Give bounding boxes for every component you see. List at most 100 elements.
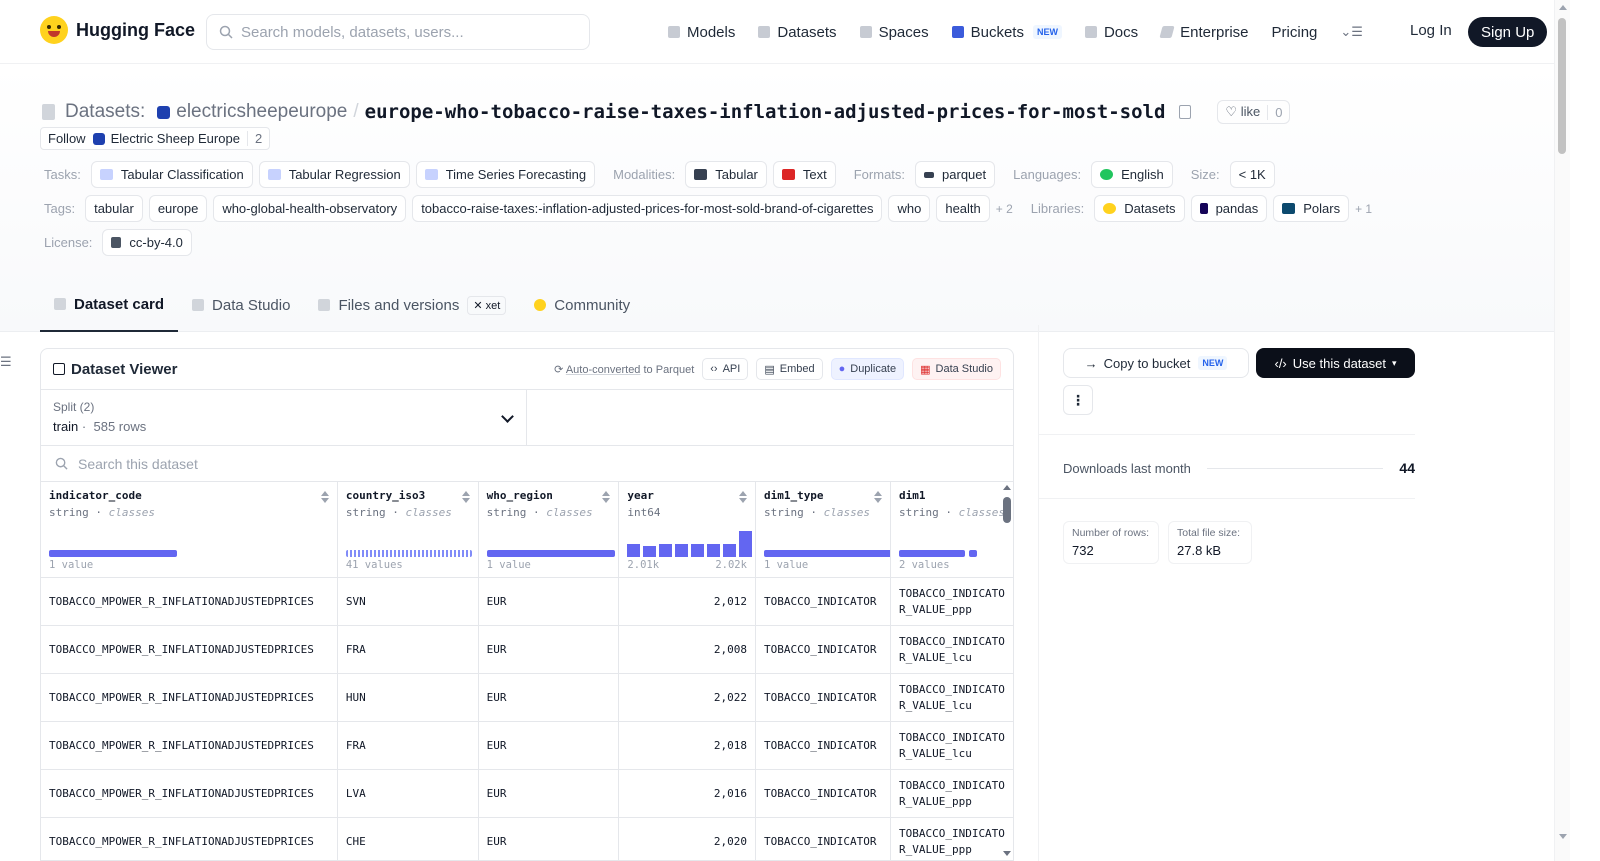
signup-button[interactable]: Sign Up bbox=[1468, 17, 1548, 47]
table-cell[interactable]: TOBACCO_INDICATOR bbox=[755, 769, 891, 818]
page-scrollbar[interactable] bbox=[1554, 0, 1570, 861]
nav-models[interactable]: Models bbox=[668, 24, 735, 41]
org-link[interactable]: electricsheepeurope bbox=[176, 101, 347, 123]
table-cell[interactable]: TOBACCO_INDICATOR_VALUE_lcu bbox=[890, 673, 1013, 722]
copy-to-bucket-button[interactable]: → Copy to bucket NEW bbox=[1063, 348, 1249, 378]
nav-buckets[interactable]: Buckets NEW bbox=[951, 24, 1062, 41]
table-cell[interactable]: TOBACCO_INDICATOR bbox=[755, 673, 891, 722]
table-row[interactable]: TOBACCO_MPOWER_R_INFLATIONADJUSTEDPRICES… bbox=[41, 721, 1013, 770]
more-options-button[interactable]: ⋮ bbox=[1063, 385, 1093, 415]
nav-spaces[interactable]: Spaces bbox=[859, 24, 929, 41]
tag-chip[interactable]: who-global-health-observatory bbox=[213, 195, 407, 222]
table-cell[interactable]: FRA bbox=[337, 721, 479, 770]
dataset-search[interactable] bbox=[41, 446, 1013, 482]
toc-toggle-icon[interactable]: ☰ bbox=[0, 354, 12, 370]
column-header-indicator-code[interactable]: indicator_code string · classes 1 value bbox=[41, 481, 338, 578]
table-cell[interactable]: SVN bbox=[337, 577, 479, 626]
table-cell[interactable]: TOBACCO_INDICATOR_VALUE_ppp bbox=[890, 577, 1013, 626]
sort-icon[interactable] bbox=[738, 491, 747, 503]
table-cell[interactable]: HUN bbox=[337, 673, 479, 722]
sort-icon[interactable] bbox=[873, 491, 882, 503]
year-histogram[interactable] bbox=[627, 529, 753, 557]
data-studio-button[interactable]: ▦ Data Studio bbox=[912, 358, 1001, 380]
table-cell[interactable]: TOBACCO_MPOWER_R_INFLATIONADJUSTEDPRICES bbox=[41, 721, 338, 770]
histogram-bar[interactable] bbox=[739, 531, 753, 557]
modality-chip[interactable]: Text bbox=[772, 161, 836, 188]
table-cell[interactable]: LVA bbox=[337, 769, 479, 818]
table-cell[interactable]: TOBACCO_MPOWER_R_INFLATIONADJUSTEDPRICES bbox=[41, 625, 338, 674]
format-chip[interactable]: parquet bbox=[915, 161, 996, 188]
table-cell[interactable]: TOBACCO_INDICATOR bbox=[755, 817, 891, 860]
search-input[interactable] bbox=[241, 23, 561, 41]
library-chip[interactable]: pandas bbox=[1190, 195, 1268, 222]
table-cell[interactable]: TOBACCO_INDICATOR_VALUE_lcu bbox=[890, 721, 1013, 770]
copy-icon[interactable] bbox=[1179, 105, 1192, 119]
language-chip[interactable]: English bbox=[1091, 161, 1173, 188]
table-cell[interactable]: 2,022 bbox=[618, 673, 756, 722]
table-cell[interactable]: EUR bbox=[478, 625, 620, 674]
tag-chip[interactable]: health bbox=[936, 195, 990, 222]
table-cell[interactable]: 2,020 bbox=[618, 817, 756, 860]
table-cell[interactable]: TOBACCO_INDICATOR bbox=[755, 721, 891, 770]
histogram-bar[interactable] bbox=[627, 544, 641, 557]
column-header-country-iso3[interactable]: country_iso3 string · classes 41 values bbox=[337, 481, 479, 578]
column-header-dim1[interactable]: dim1 string · classes 2 values bbox=[890, 481, 1013, 578]
tags-more[interactable]: + 2 bbox=[996, 202, 1013, 216]
table-cell[interactable]: FRA bbox=[337, 625, 479, 674]
table-cell[interactable]: EUR bbox=[478, 673, 620, 722]
sort-icon[interactable] bbox=[461, 491, 470, 503]
histogram-bar[interactable] bbox=[659, 544, 673, 557]
table-cell[interactable]: TOBACCO_INDICATOR_VALUE_ppp bbox=[890, 817, 1013, 860]
table-row[interactable]: TOBACCO_MPOWER_R_INFLATIONADJUSTEDPRICES… bbox=[41, 577, 1013, 626]
tag-chip[interactable]: tobacco-raise-taxes:-inflation-adjusted-… bbox=[412, 195, 883, 222]
tab-dataset-card[interactable]: Dataset card bbox=[40, 278, 179, 332]
tag-chip[interactable]: europe bbox=[148, 195, 208, 222]
table-cell[interactable]: 2,012 bbox=[618, 577, 756, 626]
global-search[interactable] bbox=[206, 14, 590, 50]
nav-docs[interactable]: Docs bbox=[1084, 24, 1138, 41]
modality-chip[interactable]: Tabular bbox=[685, 161, 767, 188]
library-chip[interactable]: Datasets bbox=[1094, 195, 1185, 222]
menu-icon[interactable]: ⌄☰ bbox=[1340, 24, 1363, 40]
table-cell[interactable]: TOBACCO_INDICATOR_VALUE_ppp bbox=[890, 769, 1013, 818]
license-chip[interactable]: cc-by-4.0 bbox=[102, 229, 192, 256]
column-header-who-region[interactable]: who_region string · classes 1 value bbox=[478, 481, 620, 578]
table-row[interactable]: TOBACCO_MPOWER_R_INFLATIONADJUSTEDPRICES… bbox=[41, 769, 1013, 818]
histogram-bar[interactable] bbox=[643, 546, 657, 557]
table-cell[interactable]: CHE bbox=[337, 817, 479, 860]
task-chip[interactable]: Tabular Classification bbox=[90, 161, 253, 188]
histogram-bar[interactable] bbox=[675, 544, 689, 557]
brand-logo[interactable]: Hugging Face bbox=[40, 16, 195, 44]
table-cell[interactable]: TOBACCO_INDICATOR bbox=[755, 625, 891, 674]
sort-icon[interactable] bbox=[602, 491, 611, 503]
column-header-year[interactable]: year int64 2.01k 2.02k bbox=[618, 481, 756, 578]
task-chip[interactable]: Tabular Regression bbox=[258, 161, 410, 188]
follow-button[interactable]: Follow Electric Sheep Europe 2 bbox=[40, 127, 271, 150]
split-selector[interactable]: Split (2) train · 585 rows bbox=[41, 390, 527, 445]
table-cell[interactable]: EUR bbox=[478, 817, 620, 860]
table-cell[interactable]: TOBACCO_MPOWER_R_INFLATIONADJUSTEDPRICES bbox=[41, 769, 338, 818]
table-cell[interactable]: 2,016 bbox=[618, 769, 756, 818]
table-cell[interactable]: TOBACCO_MPOWER_R_INFLATIONADJUSTEDPRICES bbox=[41, 817, 338, 860]
histogram-bar[interactable] bbox=[707, 544, 721, 557]
tab-community[interactable]: Community bbox=[520, 278, 644, 332]
nav-pricing[interactable]: Pricing bbox=[1272, 24, 1318, 41]
sort-icon[interactable] bbox=[320, 491, 329, 503]
histogram-bar[interactable] bbox=[723, 544, 737, 557]
table-cell[interactable]: 2,008 bbox=[618, 625, 756, 674]
table-cell[interactable]: TOBACCO_MPOWER_R_INFLATIONADJUSTEDPRICES bbox=[41, 577, 338, 626]
libraries-more[interactable]: + 1 bbox=[1355, 202, 1372, 216]
table-row[interactable]: TOBACCO_MPOWER_R_INFLATIONADJUSTEDPRICES… bbox=[41, 673, 1013, 722]
embed-button[interactable]: ▤ Embed bbox=[756, 358, 823, 380]
api-button[interactable]: ‹› API bbox=[702, 358, 749, 380]
table-cell[interactable]: 2,018 bbox=[618, 721, 756, 770]
nav-enterprise[interactable]: Enterprise bbox=[1159, 24, 1249, 41]
like-button[interactable]: ♡ like 0 bbox=[1217, 100, 1291, 124]
tab-files-and-versions[interactable]: Files and versions ✕ xet bbox=[304, 278, 520, 332]
table-scrollbar[interactable] bbox=[1001, 483, 1013, 860]
login-link[interactable]: Log In bbox=[1410, 22, 1452, 39]
duplicate-button[interactable]: ● Duplicate bbox=[830, 358, 905, 380]
table-row[interactable]: TOBACCO_MPOWER_R_INFLATIONADJUSTEDPRICES… bbox=[41, 625, 1013, 674]
dataset-search-input[interactable] bbox=[78, 455, 478, 472]
use-dataset-button[interactable]: ‹/› Use this dataset ▾ bbox=[1256, 348, 1415, 378]
